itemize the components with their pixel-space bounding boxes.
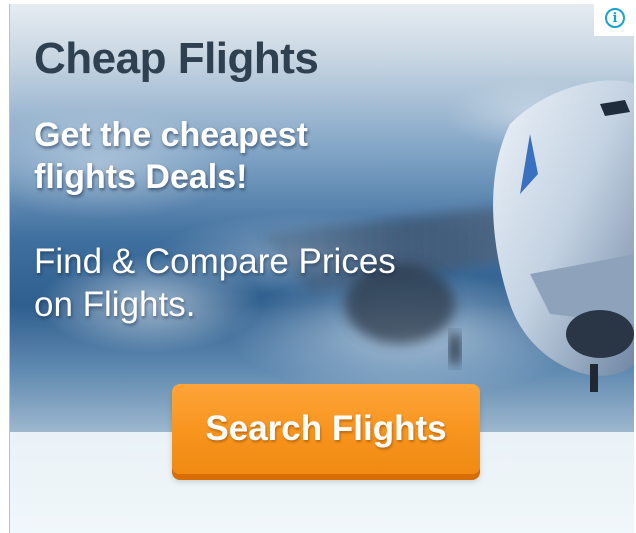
ad-tagline: Get the cheapest flights Deals! [34,114,454,198]
subtext-line-1: Find & Compare Prices [34,242,396,281]
ad-info-badge[interactable]: i [594,0,636,36]
ad-headline: Cheap Flights [34,34,319,83]
ad-creative[interactable]: Cheap Flights Get the cheapest flights D… [9,4,634,533]
ad-subtext: Find & Compare Prices on Flights. [34,240,534,326]
ad-banner[interactable]: Cheap Flights Get the cheapest flights D… [0,0,636,533]
search-flights-button[interactable]: Search Flights [172,384,480,474]
info-icon[interactable]: i [605,8,625,28]
tagline-line-1: Get the cheapest [34,116,308,154]
tagline-line-2: flights Deals! [34,158,248,196]
subtext-line-2: on Flights. [34,285,196,324]
